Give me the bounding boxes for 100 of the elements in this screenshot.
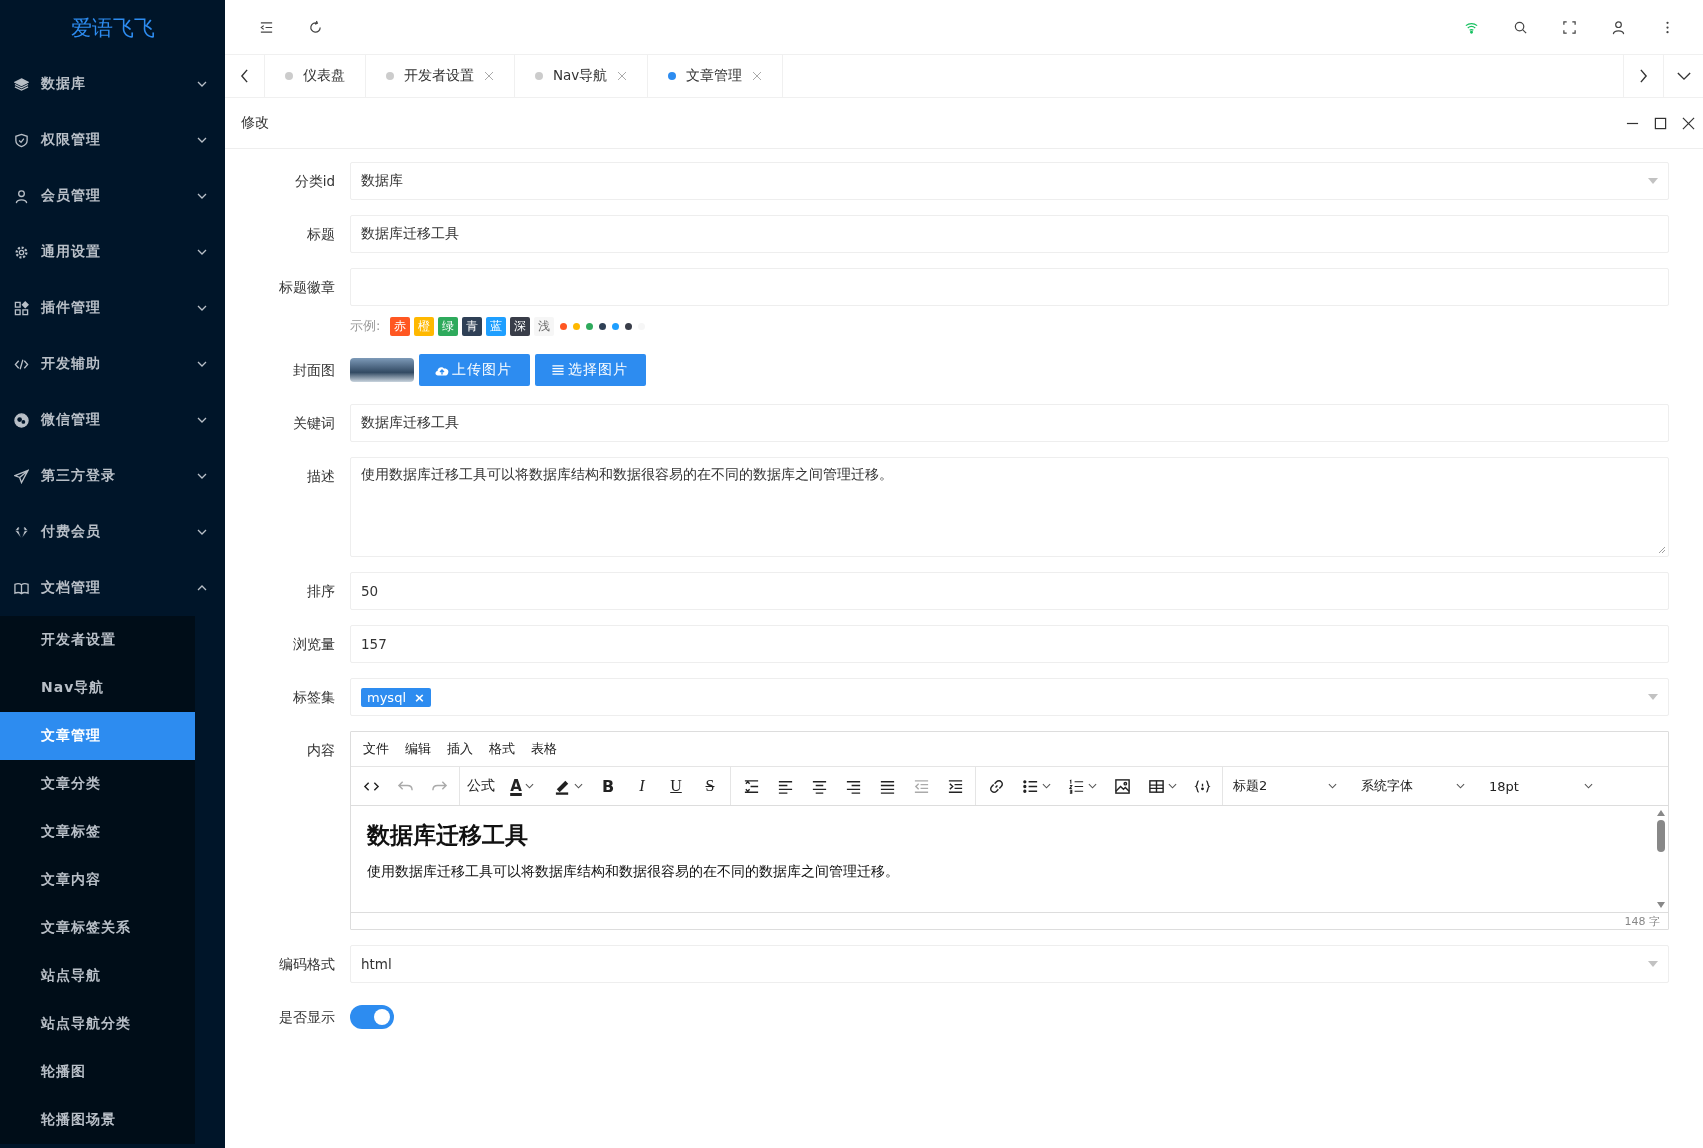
- submenu-item[interactable]: 文章标签: [0, 808, 195, 856]
- tab[interactable]: 文章管理: [648, 55, 784, 97]
- tab-label: 文章管理: [686, 67, 743, 85]
- resize-grip-icon[interactable]: [1658, 546, 1666, 554]
- bullist-icon: [1021, 777, 1039, 795]
- sidebar-item[interactable]: 会员管理: [0, 168, 225, 224]
- field-label: 是否显示: [278, 1008, 336, 1027]
- codesample-icon: [1193, 777, 1211, 795]
- select-field[interactable]: html: [350, 945, 1669, 983]
- field-label: 分类id: [293, 172, 336, 191]
- toggle-switch[interactable]: [350, 1005, 394, 1029]
- refresh-icon[interactable]: [308, 19, 323, 35]
- menu-label: 数据库: [41, 75, 87, 93]
- editor-menu-item[interactable]: 插入: [439, 740, 481, 758]
- field-label: 内容: [306, 741, 336, 760]
- editor-heading: 数据库迁移工具: [367, 821, 529, 850]
- tab[interactable]: 仪表盘: [265, 55, 366, 97]
- menu-label: 开发辅助: [41, 355, 102, 373]
- menu-label: 微信管理: [41, 411, 102, 429]
- search-icon[interactable]: [1513, 19, 1528, 35]
- editor-dropdown[interactable]: 标题2: [1223, 777, 1351, 795]
- editor-dropdown[interactable]: 18pt: [1479, 778, 1607, 794]
- submenu-item[interactable]: 站点导航: [0, 952, 195, 1000]
- submenu-item[interactable]: 文章分类: [0, 760, 195, 808]
- field-label: 排序: [306, 582, 336, 601]
- sidebar-item[interactable]: 开发辅助: [0, 336, 225, 392]
- select-field[interactable]: 数据库: [350, 162, 1669, 200]
- example-label: 示例:: [350, 317, 381, 335]
- menu-label: 权限管理: [41, 131, 102, 149]
- link-icon: [987, 777, 1005, 795]
- dropdown-arrow-icon: [1648, 694, 1658, 700]
- sidebar-item[interactable]: 权限管理: [0, 112, 225, 168]
- caret-icon: [573, 783, 583, 789]
- color-badge: 深: [510, 316, 531, 336]
- scroll-down-icon[interactable]: [1657, 902, 1665, 908]
- user-icon[interactable]: [1611, 19, 1626, 35]
- caret-icon: [1087, 783, 1097, 789]
- menu-fold-icon[interactable]: [259, 19, 274, 35]
- fullscreen-icon[interactable]: [1562, 19, 1577, 35]
- editor-dropdown[interactable]: 系统字体: [1351, 777, 1479, 795]
- submenu-item[interactable]: Nav导航: [0, 664, 195, 712]
- menu-label: 通用设置: [41, 243, 102, 261]
- textarea-field[interactable]: 使用数据库迁移工具可以将数据库结构和数据很容易的在不同的数据库之间管理迁移。: [350, 457, 1669, 557]
- caret-icon: [1584, 783, 1593, 789]
- submenu-item[interactable]: 文章内容: [0, 856, 195, 904]
- caret-icon: [1456, 783, 1465, 789]
- text-field[interactable]: 157: [350, 625, 1669, 663]
- field-label: 编码格式: [278, 955, 336, 974]
- field-label: 浏览量: [292, 635, 336, 654]
- sidebar-item[interactable]: 插件管理: [0, 280, 225, 336]
- sidebar-item[interactable]: 数据库: [0, 56, 225, 112]
- strike-button[interactable]: S: [693, 771, 727, 801]
- sidebar-item[interactable]: 第三方登录: [0, 448, 225, 504]
- caret-icon: [1167, 783, 1177, 789]
- underline-button[interactable]: U: [659, 771, 693, 801]
- dropdown-arrow-icon: [1648, 178, 1658, 184]
- italic-button[interactable]: I: [625, 771, 659, 801]
- field-label: 描述: [306, 467, 336, 486]
- submenu-item[interactable]: 站点导航分类: [0, 1000, 195, 1048]
- maximize-icon[interactable]: [1654, 116, 1667, 130]
- chat-bubble-icon: [14, 412, 29, 428]
- bold-button[interactable]: B: [591, 771, 625, 801]
- submenu-item[interactable]: 轮播图: [0, 1048, 195, 1096]
- editor-menu-item[interactable]: 文件: [355, 740, 397, 758]
- chevron-right-icon: [1639, 69, 1648, 83]
- image-icon: [1113, 777, 1131, 795]
- editor-menu-item[interactable]: 表格: [523, 740, 565, 758]
- field-label: 标题徽章: [278, 278, 336, 297]
- editor-menu-item[interactable]: 编辑: [397, 740, 439, 758]
- field-label: 关键词: [292, 414, 336, 433]
- submenu-item[interactable]: 文章标签关系: [0, 904, 195, 952]
- tab[interactable]: 开发者设置: [366, 55, 515, 97]
- sidebar-item[interactable]: 文档管理: [0, 560, 225, 616]
- text-field[interactable]: 数据库迁移工具: [350, 215, 1669, 253]
- submenu-item[interactable]: 轮播图场景: [0, 1096, 195, 1144]
- numlist-icon: [1067, 777, 1085, 795]
- menu-label: 会员管理: [41, 187, 102, 205]
- tab[interactable]: Nav导航: [515, 55, 649, 97]
- scroll-up-icon[interactable]: [1657, 810, 1665, 816]
- shield-icon: [14, 132, 29, 148]
- table-icon: [1147, 777, 1165, 795]
- apps-icon: [14, 300, 29, 316]
- sidebar-item[interactable]: 微信管理: [0, 392, 225, 448]
- field-label: 封面图: [292, 361, 336, 380]
- color-badge: 赤: [390, 316, 411, 336]
- color-badge: 蓝: [486, 316, 507, 336]
- formula-button[interactable]: 公式: [463, 771, 499, 801]
- text-field[interactable]: 50: [350, 572, 1669, 610]
- sidebar-item[interactable]: 通用设置: [0, 224, 225, 280]
- sidebar-item[interactable]: 付费会员: [0, 504, 225, 560]
- color-badge: 青: [462, 316, 483, 336]
- submenu-item[interactable]: 开发者设置: [0, 616, 195, 664]
- font-color-button[interactable]: A: [499, 771, 545, 801]
- text-field[interactable]: 数据库迁移工具: [350, 404, 1669, 442]
- diamond-icon: [14, 524, 29, 540]
- scrollbar-thumb[interactable]: [1657, 820, 1665, 852]
- close-icon[interactable]: [1682, 116, 1695, 130]
- editor-menu-item[interactable]: 格式: [481, 740, 523, 758]
- editor-paragraph: 使用数据库迁移工具可以将数据库结构和数据很容易的在不同的数据库之间管理迁移。: [367, 863, 900, 881]
- caret-icon: [1041, 783, 1051, 789]
